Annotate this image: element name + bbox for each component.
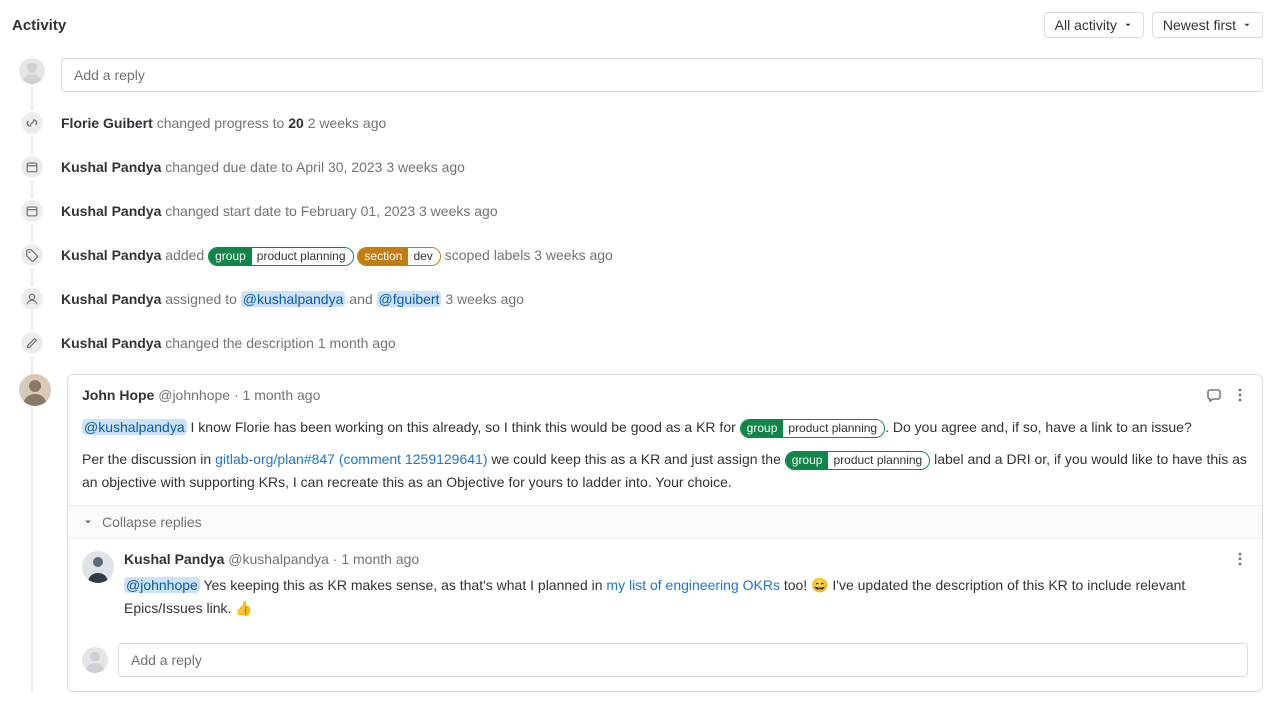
label-section-dev[interactable]: sectiondev bbox=[357, 247, 440, 267]
current-user-avatar[interactable] bbox=[82, 647, 108, 673]
mention-johnhope[interactable]: @johnhope bbox=[124, 577, 200, 593]
event-value: 20 bbox=[288, 115, 304, 131]
mention-kushalpandya[interactable]: @kushalpandya bbox=[82, 419, 187, 435]
event-author[interactable]: Kushal Pandya bbox=[61, 335, 161, 351]
link-icon bbox=[19, 110, 45, 136]
event-text: changed due date to April 30, 2023 bbox=[165, 159, 382, 175]
event-text: changed the description bbox=[165, 335, 314, 351]
event-author[interactable]: Kushal Pandya bbox=[61, 247, 161, 263]
event-verb: changed progress to bbox=[157, 115, 289, 131]
event-time: 1 month ago bbox=[318, 335, 396, 351]
comment-author[interactable]: John Hope bbox=[82, 387, 154, 403]
reply-block: Kushal Pandya @kushalpandya · 1 month ag… bbox=[68, 539, 1262, 631]
calendar-icon bbox=[19, 198, 45, 224]
mention-kushalpandya[interactable]: @kushalpandya bbox=[241, 291, 346, 307]
reply-input-nested[interactable] bbox=[118, 643, 1248, 677]
header-filters: All activity Newest first bbox=[1044, 12, 1263, 38]
event-time: 3 weeks ago bbox=[445, 291, 524, 307]
event-verb: assigned to bbox=[165, 291, 237, 307]
reply-more-actions-icon[interactable] bbox=[1232, 551, 1248, 570]
label-group-product-planning[interactable]: groupproduct planning bbox=[740, 419, 885, 439]
reply-icon[interactable] bbox=[1206, 387, 1222, 406]
sort-dropdown[interactable]: Newest first bbox=[1152, 12, 1263, 38]
comment-author-avatar[interactable] bbox=[19, 374, 51, 406]
event-author[interactable]: Kushal Pandya bbox=[61, 291, 161, 307]
reply-link[interactable]: my list of engineering OKRs bbox=[606, 577, 780, 593]
filter-activity-label: All activity bbox=[1055, 17, 1117, 33]
reply-author[interactable]: Kushal Pandya bbox=[124, 551, 224, 567]
event-time: 3 weeks ago bbox=[419, 203, 498, 219]
filter-activity-dropdown[interactable]: All activity bbox=[1044, 12, 1144, 38]
page-title: Activity bbox=[12, 17, 66, 34]
collapse-replies-label: Collapse replies bbox=[102, 514, 202, 530]
chevron-down-icon bbox=[82, 516, 94, 528]
event-tail: scoped labels bbox=[445, 247, 531, 263]
event-author[interactable]: Florie Guibert bbox=[61, 115, 153, 131]
chevron-down-icon bbox=[1242, 20, 1252, 30]
comment-body: @kushalpandya I know Florie has been wor… bbox=[68, 406, 1262, 505]
event-time: 2 weeks ago bbox=[308, 115, 387, 131]
current-user-avatar[interactable] bbox=[19, 58, 45, 84]
chevron-down-icon bbox=[1123, 20, 1133, 30]
label-group-product-planning[interactable]: groupproduct planning bbox=[208, 247, 353, 267]
comment-time[interactable]: 1 month ago bbox=[243, 387, 321, 403]
reply-handle[interactable]: @kushalpandya bbox=[228, 551, 329, 567]
label-group-product-planning[interactable]: groupproduct planning bbox=[785, 451, 930, 471]
comment-card: John Hope @johnhope · 1 month ago @kus bbox=[67, 374, 1263, 692]
more-actions-icon[interactable] bbox=[1232, 387, 1248, 406]
label-icon bbox=[19, 242, 45, 268]
event-author[interactable]: Kushal Pandya bbox=[61, 203, 161, 219]
comment-handle[interactable]: @johnhope bbox=[158, 387, 230, 403]
event-verb: added bbox=[165, 247, 204, 263]
user-icon bbox=[19, 286, 45, 312]
event-time: 3 weeks ago bbox=[386, 159, 465, 175]
collapse-replies-toggle[interactable]: Collapse replies bbox=[68, 505, 1262, 539]
sort-label: Newest first bbox=[1163, 17, 1236, 33]
pencil-icon bbox=[19, 330, 45, 356]
comment-link[interactable]: gitlab-org/plan#847 (comment 1259129641) bbox=[215, 451, 487, 467]
mention-fguibert[interactable]: @fguibert bbox=[377, 291, 442, 307]
reply-author-avatar[interactable] bbox=[82, 551, 114, 583]
event-time: 3 weeks ago bbox=[534, 247, 613, 263]
event-and: and bbox=[349, 291, 372, 307]
event-author[interactable]: Kushal Pandya bbox=[61, 159, 161, 175]
reply-time[interactable]: 1 month ago bbox=[341, 551, 419, 567]
event-text: changed start date to February 01, 2023 bbox=[165, 203, 415, 219]
reply-input-top[interactable] bbox=[61, 58, 1263, 92]
calendar-icon bbox=[19, 154, 45, 180]
